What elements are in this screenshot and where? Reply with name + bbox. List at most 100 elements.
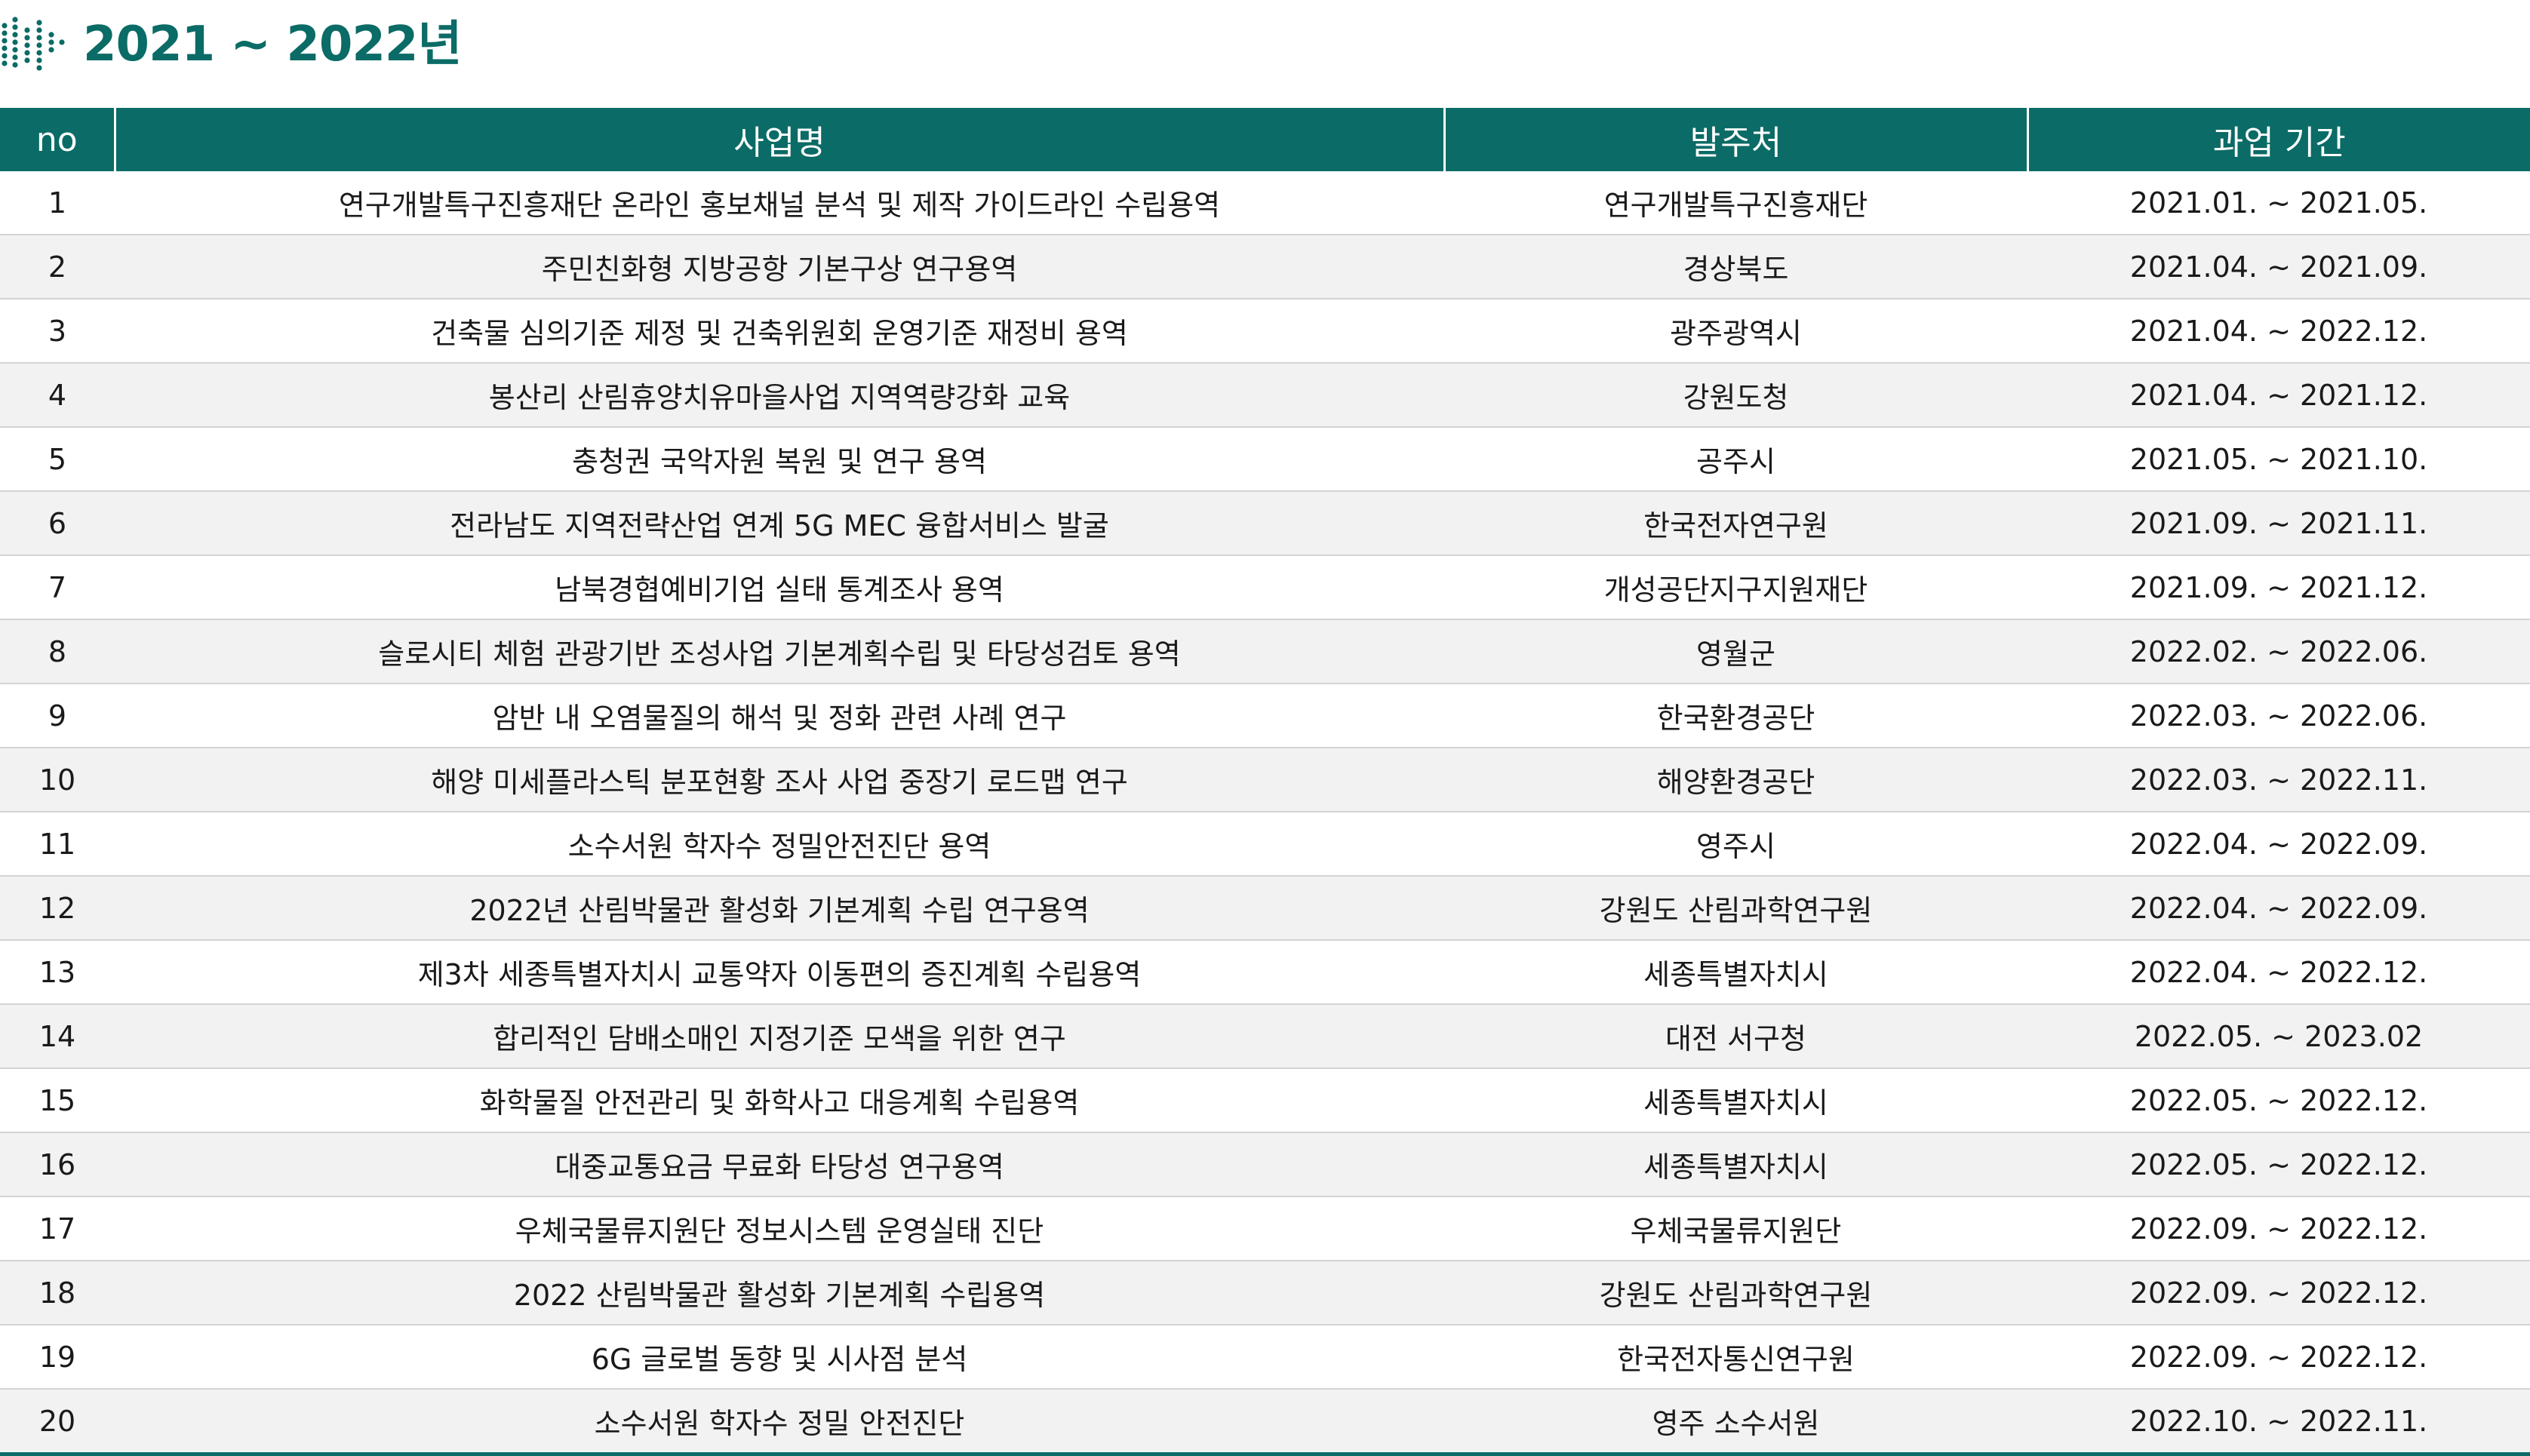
- period-cell: 2022.05. ~ 2022.12.: [2027, 1132, 2530, 1197]
- period-cell: 2021.09. ~ 2021.12.: [2027, 555, 2530, 620]
- table-row: 17 우체국물류지원단 정보시스템 운영실태 진단 우체국물류지원단 2022.09.…: [0, 1196, 2530, 1261]
- column-header-no: no: [0, 108, 116, 171]
- row-number-cell: 1: [0, 171, 115, 235]
- row-number-cell: 17: [0, 1196, 115, 1261]
- project-name-cell: 제3차 세종특별자치시 교통약자 이동편의 증진계획 수립용역: [115, 940, 1444, 1005]
- project-name-cell: 충청권 국악자원 복원 및 연구 용역: [115, 427, 1444, 492]
- row-number-cell: 3: [0, 299, 115, 364]
- table-row: 1 연구개발특구진흥재단 온라인 홍보채널 분석 및 제작 가이드라인 수립용역 연…: [0, 171, 2530, 235]
- row-number-cell: 13: [0, 940, 115, 1005]
- project-name-cell: 전라남도 지역전략산업 연계 5G MEC 융합서비스 발굴: [115, 491, 1444, 556]
- table-row: 16 대중교통요금 무료화 타당성 연구용역 세종특별자치시 2022.05. ~ 2…: [0, 1132, 2530, 1197]
- period-cell: 2022.09. ~ 2022.12.: [2027, 1261, 2530, 1325]
- project-name-cell: 우체국물류지원단 정보시스템 운영실태 진단: [115, 1196, 1444, 1261]
- client-cell: 공주시: [1444, 427, 2027, 492]
- project-name-cell: 건축물 심의기준 제정 및 건축위원회 운영기준 재정비 용역: [115, 299, 1444, 364]
- table-row: 11 소수서원 학자수 정밀안전진단 용역 영주시 2022.04. ~ 2022.0…: [0, 812, 2530, 877]
- client-cell: 우체국물류지원단: [1444, 1196, 2027, 1261]
- project-name-cell: 소수서원 학자수 정밀 안전진단: [115, 1389, 1444, 1456]
- client-cell: 영주시: [1444, 812, 2027, 877]
- period-cell: 2022.04. ~ 2022.12.: [2027, 940, 2530, 1005]
- table-row: 3 건축물 심의기준 제정 및 건축위원회 운영기준 재정비 용역 광주광역시 202…: [0, 299, 2530, 364]
- row-number-cell: 9: [0, 683, 115, 748]
- project-name-cell: 남북경협예비기업 실태 통계조사 용역: [115, 555, 1444, 620]
- period-cell: 2022.05. ~ 2023.02: [2027, 1004, 2530, 1069]
- table-row: 2 주민친화형 지방공항 기본구상 연구용역 경상북도 2021.04. ~ 2021…: [0, 235, 2530, 299]
- period-cell: 2021.05. ~ 2021.10.: [2027, 427, 2530, 492]
- page-title: 2021 ~ 2022년: [83, 17, 462, 72]
- projects-table: no 사업명 발주처 과업 기간 1 연구개발특구진흥재단 온라인 홍보채널 분석…: [0, 108, 2530, 1456]
- table-row: 10 해양 미세플라스틱 분포현황 조사 사업 중장기 로드맵 연구 해양환경공단 2…: [0, 748, 2530, 812]
- column-header-project-name: 사업명: [115, 108, 1446, 171]
- period-cell: 2022.03. ~ 2022.06.: [2027, 683, 2530, 748]
- table-row: 9 암반 내 오염물질의 해석 및 정화 관련 사례 연구 한국환경공단 2022.0…: [0, 683, 2530, 748]
- client-cell: 광주광역시: [1444, 299, 2027, 364]
- row-number-cell: 4: [0, 363, 115, 428]
- client-cell: 강원도청: [1444, 363, 2027, 428]
- client-cell: 세종특별자치시: [1444, 1068, 2027, 1133]
- period-cell: 2021.04. ~ 2021.12.: [2027, 363, 2530, 428]
- row-number-cell: 20: [0, 1389, 115, 1456]
- table-body: 1 연구개발특구진흥재단 온라인 홍보채널 분석 및 제작 가이드라인 수립용역 연…: [0, 171, 2530, 1456]
- client-cell: 세종특별자치시: [1444, 940, 2027, 1005]
- column-header-period: 과업 기간: [2027, 108, 2530, 171]
- row-number-cell: 5: [0, 427, 115, 492]
- table-row: 12 2022년 산림박물관 활성화 기본계획 수립 연구용역 강원도 산림과학연구…: [0, 876, 2530, 941]
- project-name-cell: 연구개발특구진흥재단 온라인 홍보채널 분석 및 제작 가이드라인 수립용역: [115, 171, 1444, 235]
- client-cell: 한국전자연구원: [1444, 491, 2027, 556]
- row-number-cell: 7: [0, 555, 115, 620]
- project-name-cell: 2022 산림박물관 활성화 기본계획 수립용역: [115, 1261, 1444, 1325]
- table-row: 14 합리적인 담배소매인 지정기준 모색을 위한 연구 대전 서구청 2022.05…: [0, 1004, 2530, 1069]
- page-header: 2021 ~ 2022년: [0, 0, 2530, 106]
- client-cell: 경상북도: [1444, 235, 2027, 299]
- row-number-cell: 6: [0, 491, 115, 556]
- row-number-cell: 8: [0, 619, 115, 684]
- column-header-client: 발주처: [1444, 108, 2029, 171]
- period-cell: 2022.04. ~ 2022.09.: [2027, 812, 2530, 877]
- project-name-cell: 주민친화형 지방공항 기본구상 연구용역: [115, 235, 1444, 299]
- client-cell: 개성공단지구지원재단: [1444, 555, 2027, 620]
- client-cell: 연구개발특구진흥재단: [1444, 171, 2027, 235]
- row-number-cell: 15: [0, 1068, 115, 1133]
- table-row: 20 소수서원 학자수 정밀 안전진단 영주 소수서원 2022.10. ~ 2022…: [0, 1389, 2530, 1456]
- row-number-cell: 16: [0, 1132, 115, 1197]
- project-name-cell: 화학물질 안전관리 및 화학사고 대응계획 수립용역: [115, 1068, 1444, 1133]
- table-row: 18 2022 산림박물관 활성화 기본계획 수립용역 강원도 산림과학연구원 202…: [0, 1261, 2530, 1325]
- table-row: 7 남북경협예비기업 실태 통계조사 용역 개성공단지구지원재단 2021.09. ~…: [0, 555, 2530, 620]
- period-cell: 2022.09. ~ 2022.12.: [2027, 1325, 2530, 1390]
- table-row: 4 봉산리 산림휴양치유마을사업 지역역량강화 교육 강원도청 2021.04. ~ …: [0, 363, 2530, 428]
- project-name-cell: 해양 미세플라스틱 분포현황 조사 사업 중장기 로드맵 연구: [115, 748, 1444, 812]
- period-cell: 2022.03. ~ 2022.11.: [2027, 748, 2530, 812]
- row-number-cell: 10: [0, 748, 115, 812]
- period-cell: 2021.04. ~ 2022.12.: [2027, 299, 2530, 364]
- client-cell: 한국전자통신연구원: [1444, 1325, 2027, 1390]
- client-cell: 강원도 산림과학연구원: [1444, 1261, 2027, 1325]
- period-cell: 2022.09. ~ 2022.12.: [2027, 1196, 2530, 1261]
- projects-table-container: no 사업명 발주처 과업 기간 1 연구개발특구진흥재단 온라인 홍보채널 분석…: [0, 108, 2530, 1456]
- period-cell: 2021.01. ~ 2021.05.: [2027, 171, 2530, 235]
- client-cell: 세종특별자치시: [1444, 1132, 2027, 1197]
- period-cell: 2022.05. ~ 2022.12.: [2027, 1068, 2530, 1133]
- table-row: 6 전라남도 지역전략산업 연계 5G MEC 융합서비스 발굴 한국전자연구원 20…: [0, 491, 2530, 556]
- period-cell: 2022.10. ~ 2022.11.: [2027, 1389, 2530, 1456]
- dotted-arrow-icon: [2, 17, 65, 71]
- table-row: 13 제3차 세종특별자치시 교통약자 이동편의 증진계획 수립용역 세종특별자치시…: [0, 940, 2530, 1005]
- client-cell: 해양환경공단: [1444, 748, 2027, 812]
- project-name-cell: 2022년 산림박물관 활성화 기본계획 수립 연구용역: [115, 876, 1444, 941]
- row-number-cell: 12: [0, 876, 115, 941]
- table-row: 5 충청권 국악자원 복원 및 연구 용역 공주시 2021.05. ~ 2021.1…: [0, 427, 2530, 492]
- row-number-cell: 11: [0, 812, 115, 877]
- client-cell: 강원도 산림과학연구원: [1444, 876, 2027, 941]
- row-number-cell: 14: [0, 1004, 115, 1069]
- row-number-cell: 18: [0, 1261, 115, 1325]
- project-name-cell: 슬로시티 체험 관광기반 조성사업 기본계획수립 및 타당성검토 용역: [115, 619, 1444, 684]
- project-name-cell: 합리적인 담배소매인 지정기준 모색을 위한 연구: [115, 1004, 1444, 1069]
- client-cell: 한국환경공단: [1444, 683, 2027, 748]
- row-number-cell: 19: [0, 1325, 115, 1390]
- client-cell: 영월군: [1444, 619, 2027, 684]
- period-cell: 2022.04. ~ 2022.09.: [2027, 876, 2530, 941]
- table-header-row: no 사업명 발주처 과업 기간: [0, 108, 2530, 171]
- table-row: 19 6G 글로벌 동향 및 시사점 분석 한국전자통신연구원 2022.09. ~ …: [0, 1325, 2530, 1390]
- table-row: 8 슬로시티 체험 관광기반 조성사업 기본계획수립 및 타당성검토 용역 영월군 2…: [0, 619, 2530, 684]
- client-cell: 영주 소수서원: [1444, 1389, 2027, 1456]
